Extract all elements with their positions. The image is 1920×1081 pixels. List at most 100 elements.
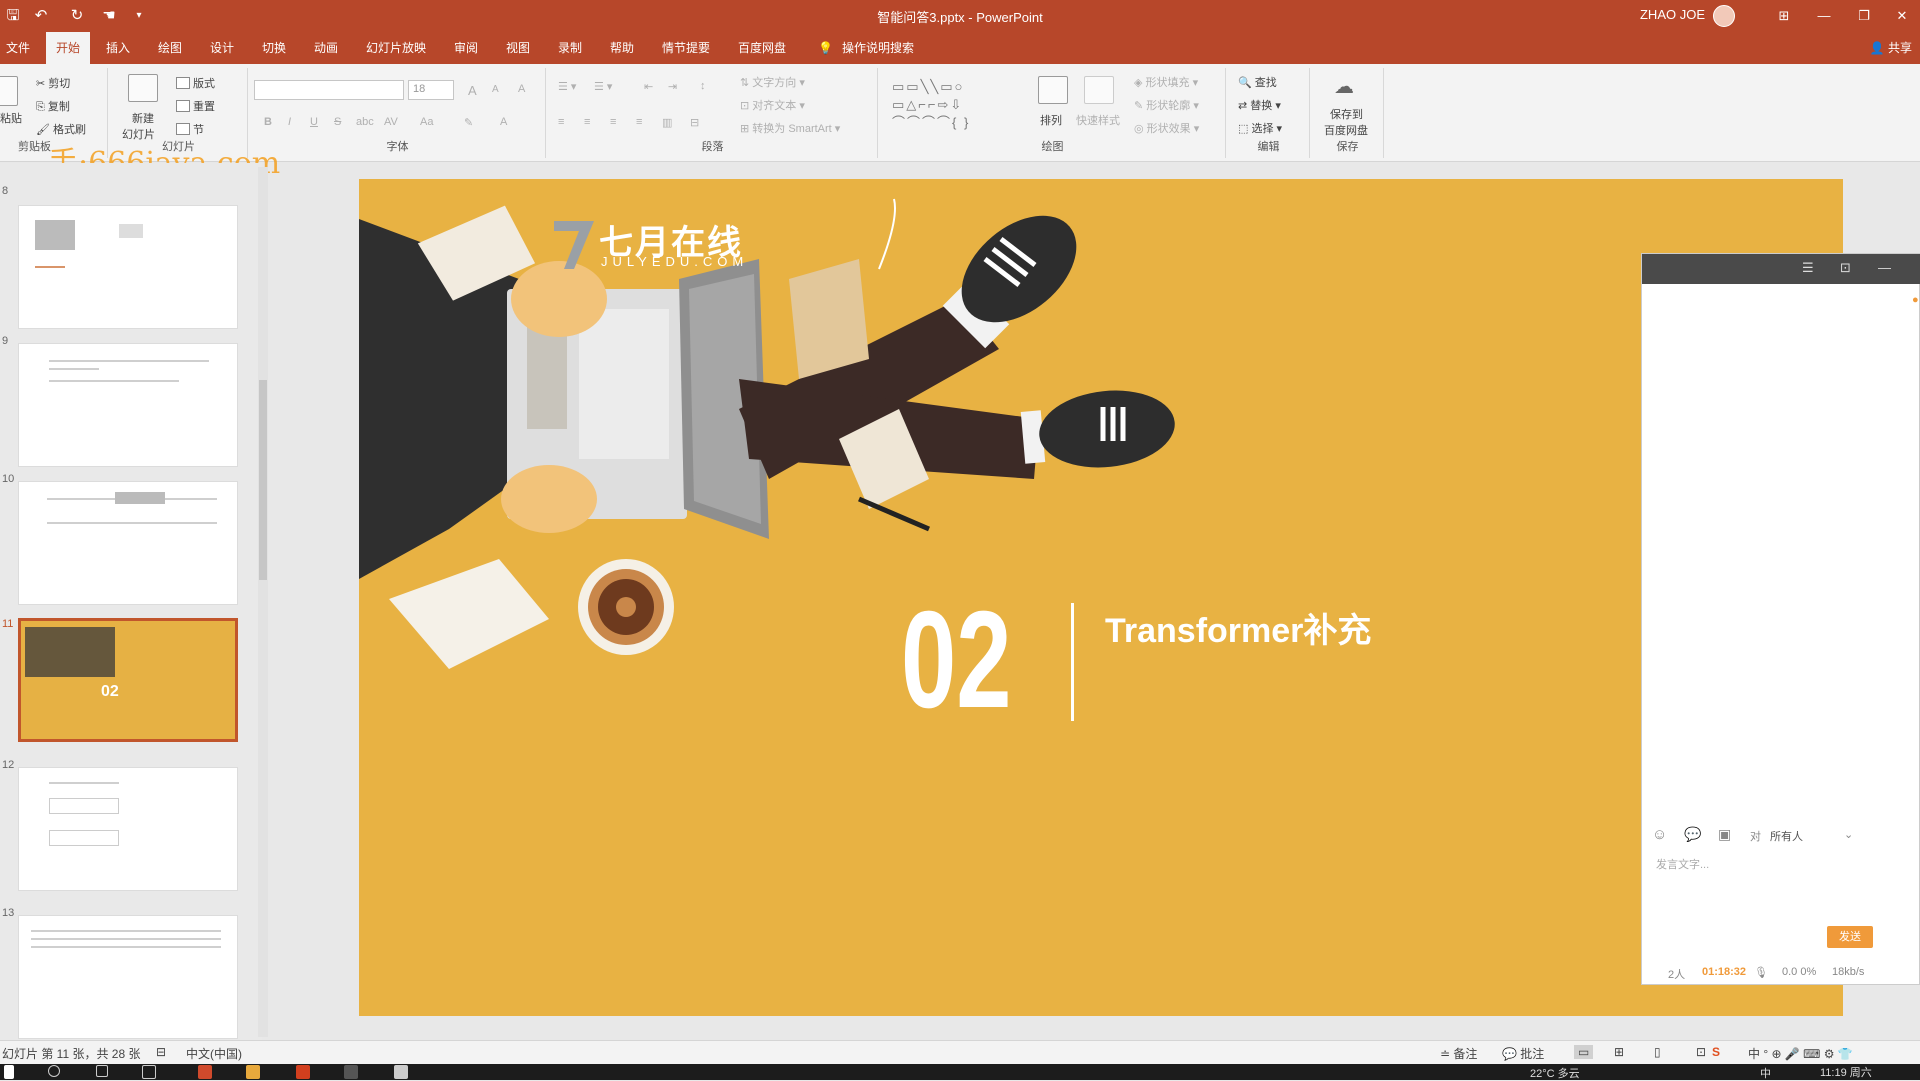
select-button[interactable]: ⬚ 选择 ▾	[1238, 120, 1282, 136]
user-name[interactable]: ZHAO JOE	[1640, 7, 1705, 22]
tab-baidu[interactable]: 百度网盘	[732, 32, 792, 64]
arrange-button[interactable]: 排列	[1040, 112, 1062, 128]
find-button[interactable]: 🔍 查找	[1238, 74, 1277, 90]
shrink-font-button[interactable]: A	[492, 84, 499, 95]
image-icon[interactable]: ▣	[1718, 826, 1731, 843]
avatar[interactable]	[1713, 5, 1735, 27]
shape-effects-button[interactable]: ◎ 形状效果 ▾	[1134, 120, 1199, 136]
slide-thumbnail[interactable]	[18, 481, 238, 605]
strikethrough-button[interactable]: S	[334, 116, 341, 128]
minimize-button[interactable]: —	[1806, 4, 1842, 28]
slide-canvas[interactable]: 七月在线 JULYEDU.COM 02 Transformer补充	[359, 179, 1843, 1016]
slide-thumbnail[interactable]	[18, 915, 238, 1039]
tab-storyboard[interactable]: 情节提要	[656, 32, 716, 64]
mic-icon[interactable]: 🎙	[1754, 966, 1768, 979]
tab-view[interactable]: 视图	[500, 32, 536, 64]
tab-help[interactable]: 帮助	[604, 32, 640, 64]
paste-icon[interactable]	[0, 76, 18, 106]
recipient-select[interactable]: 所有人	[1770, 828, 1803, 844]
arrange-icon[interactable]	[1038, 76, 1068, 104]
start-icon[interactable]	[4, 1065, 14, 1079]
align-center-icon[interactable]: ≡	[584, 116, 590, 128]
slideshow-view-icon[interactable]: ⊡	[1696, 1045, 1706, 1059]
change-case-button[interactable]: Aa	[420, 116, 433, 128]
emoji-icon[interactable]: ☺	[1652, 826, 1667, 843]
quick-styles-button[interactable]: 快速样式	[1076, 112, 1120, 128]
slide-sorter-icon[interactable]: ⊞	[1614, 1045, 1624, 1059]
tab-slideshow[interactable]: 幻灯片放映	[360, 32, 432, 64]
share-button[interactable]: 👤 共享	[1870, 32, 1912, 64]
task-view-icon[interactable]	[142, 1065, 156, 1079]
clock[interactable]: 11:19 周六	[1820, 1064, 1872, 1080]
cortana-icon[interactable]	[96, 1065, 108, 1077]
highlight-icon[interactable]: ✎	[464, 116, 473, 129]
font-color-button[interactable]: A	[500, 116, 507, 128]
tab-design[interactable]: 设计	[204, 32, 240, 64]
folder-icon[interactable]	[246, 1065, 260, 1079]
new-slide-button[interactable]: 新建	[132, 110, 154, 126]
ime-mode[interactable]: 中 ° ⊕ 🎤 ⌨ ⚙ 👕	[1748, 1045, 1853, 1062]
pycharm-icon[interactable]	[344, 1065, 358, 1079]
chrome-icon[interactable]	[198, 1065, 212, 1079]
powerpoint-icon[interactable]	[296, 1065, 310, 1079]
chat-bubble-icon[interactable]: 💬	[1684, 826, 1701, 843]
search-icon[interactable]	[48, 1065, 60, 1077]
normal-view-icon[interactable]: ▭	[1574, 1045, 1594, 1059]
slide-thumbnail[interactable]	[18, 205, 238, 329]
bullets-icon[interactable]: ☰ ▾	[558, 80, 576, 93]
text-direction-button[interactable]: ⇅ 文字方向 ▾	[740, 74, 805, 90]
scrollbar-thumb[interactable]	[259, 380, 267, 580]
cloud-icon[interactable]: ☁	[1334, 74, 1354, 99]
shadow-button[interactable]: abc	[356, 116, 374, 128]
reset-button[interactable]: 重置	[176, 98, 215, 114]
replace-button[interactable]: ⇄ 替换 ▾	[1238, 97, 1281, 113]
comments-button[interactable]: 💬 批注	[1502, 1045, 1544, 1062]
format-painter-button[interactable]: 🖌 格式刷	[36, 121, 86, 137]
underline-button[interactable]: U	[310, 116, 318, 128]
shape-fill-button[interactable]: ◈ 形状填充 ▾	[1134, 74, 1198, 90]
notes-button[interactable]: ≐ 备注	[1440, 1045, 1477, 1062]
font-size-select[interactable]: 18	[408, 80, 454, 100]
restore-button[interactable]: ❐	[1846, 4, 1882, 28]
font-name-select[interactable]	[254, 80, 404, 100]
indent-decrease-icon[interactable]: ⇤	[644, 80, 653, 93]
tab-review[interactable]: 审阅	[448, 32, 484, 64]
slide-thumbnail[interactable]	[18, 343, 238, 467]
save-to-button[interactable]: 保存到	[1330, 106, 1363, 122]
cut-button[interactable]: ✂ 剪切	[36, 75, 70, 91]
clear-format-button[interactable]: A	[518, 83, 525, 95]
ribbon-display-icon[interactable]: ⊞	[1766, 4, 1802, 28]
new-slide-icon[interactable]	[128, 74, 158, 102]
ime-logo-icon[interactable]: S	[1712, 1045, 1720, 1059]
tab-insert[interactable]: 插入	[100, 32, 136, 64]
tell-me-search[interactable]: 操作说明搜索	[836, 32, 920, 64]
ime-indicator[interactable]: 中	[1760, 1065, 1771, 1081]
quick-styles-icon[interactable]	[1084, 76, 1114, 104]
side-tool-icon[interactable]: ●	[1912, 294, 1919, 306]
minimize-icon[interactable]: —	[1878, 260, 1891, 275]
indent-increase-icon[interactable]: ⇥	[668, 80, 677, 93]
chevron-down-icon[interactable]: ⌄	[1844, 828, 1853, 841]
tab-draw[interactable]: 绘图	[152, 32, 188, 64]
shapes-gallery[interactable]: ▭▭╲╲▭○ ▭△⌐⌐⇨⇩ ⌒⌒⌒⌒{ }	[892, 78, 1012, 134]
tab-animations[interactable]: 动画	[308, 32, 344, 64]
align-text-button[interactable]: ⊡ 对齐文本 ▾	[740, 97, 805, 113]
columns-icon[interactable]: ▥	[662, 116, 672, 129]
weather[interactable]: 22°C 多云	[1530, 1065, 1580, 1081]
copy-button[interactable]: ⎘ 复制	[36, 98, 70, 114]
paste-button[interactable]: 粘贴	[0, 110, 22, 126]
tab-record[interactable]: 录制	[552, 32, 588, 64]
slide-thumbnail-selected[interactable]: 02	[18, 618, 238, 742]
close-button[interactable]: ✕	[1884, 4, 1920, 28]
tab-home[interactable]: 开始	[46, 32, 91, 64]
menu-icon[interactable]: ☰	[1802, 260, 1814, 276]
shape-outline-button[interactable]: ✎ 形状轮廓 ▾	[1134, 97, 1199, 113]
tab-file[interactable]: 文件	[0, 32, 36, 64]
justify-icon[interactable]: ≡	[636, 116, 642, 128]
app-icon[interactable]	[394, 1065, 408, 1079]
char-spacing-button[interactable]: AV	[384, 116, 398, 128]
align-left-icon[interactable]: ≡	[558, 116, 564, 128]
reading-view-icon[interactable]: ▯	[1654, 1045, 1661, 1059]
spellcheck-icon[interactable]: ⊟	[156, 1045, 166, 1059]
popout-icon[interactable]: ⊡	[1840, 260, 1851, 276]
